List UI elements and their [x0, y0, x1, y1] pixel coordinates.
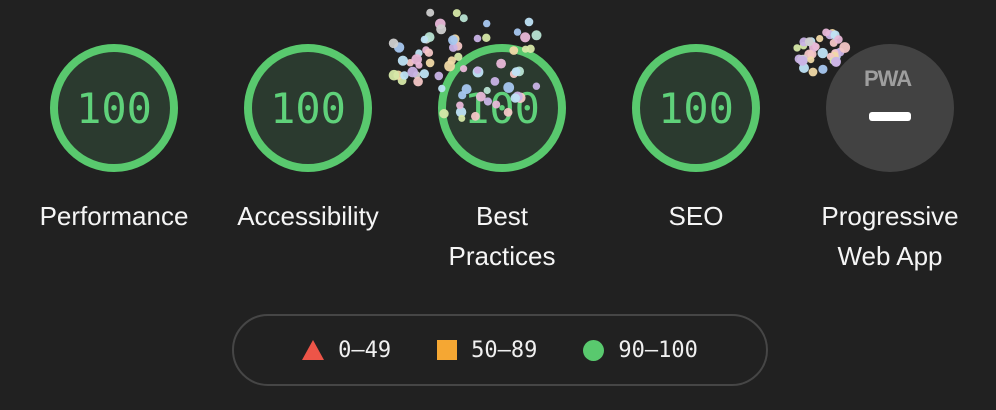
category-gauges: 100 Performance 100 Accessibility 100 Be… — [0, 0, 996, 300]
gauge-label-line1: Best — [475, 201, 529, 231]
gauge-label: Performance — [39, 201, 189, 231]
score-value: 100 — [464, 83, 540, 133]
pwa-badge-circle: PWA — [826, 44, 954, 172]
gauge-label: Progressive Web App — [810, 196, 970, 276]
legend-fail: 0–49 — [302, 338, 391, 363]
score-ring: 100 — [50, 44, 178, 172]
gauge-best-practices[interactable]: 100 Best Practices — [422, 44, 582, 276]
gauge-label: Best Practices — [422, 196, 582, 276]
gauge-performance[interactable]: 100 Performance — [34, 44, 194, 236]
score-ring: 100 — [632, 44, 760, 172]
legend-pass-label: 90–100 — [618, 337, 698, 363]
gauge-accessibility[interactable]: 100 Accessibility — [228, 44, 388, 236]
score-value: 100 — [76, 83, 152, 133]
legend-fail-label: 0–49 — [338, 337, 392, 363]
score-ring: 100 — [438, 44, 566, 172]
not-applicable-dash-icon — [869, 112, 911, 121]
gauge-label: SEO — [668, 201, 724, 231]
gauge-seo[interactable]: 100 SEO — [616, 44, 776, 236]
legend-average: 50–89 — [437, 338, 537, 363]
gauge-pwa[interactable]: PWA Progressive Web App — [810, 44, 970, 276]
legend-pass: 90–100 — [583, 337, 698, 363]
score-legend: 0–49 50–89 90–100 — [232, 314, 768, 386]
gauge-label: Accessibility — [237, 201, 379, 231]
gauge-label-line1: Progressive — [821, 201, 959, 231]
gauge-label-line2: Practices — [448, 241, 556, 271]
legend-average-label: 50–89 — [471, 337, 538, 363]
score-value: 100 — [658, 83, 734, 133]
square-icon — [437, 340, 458, 360]
pwa-logo-icon: PWA — [864, 66, 912, 91]
circle-icon — [583, 339, 605, 361]
score-value: 100 — [270, 83, 346, 133]
gauge-label-line2: Web App — [837, 241, 943, 271]
triangle-icon — [302, 340, 325, 360]
score-ring: 100 — [244, 44, 372, 172]
